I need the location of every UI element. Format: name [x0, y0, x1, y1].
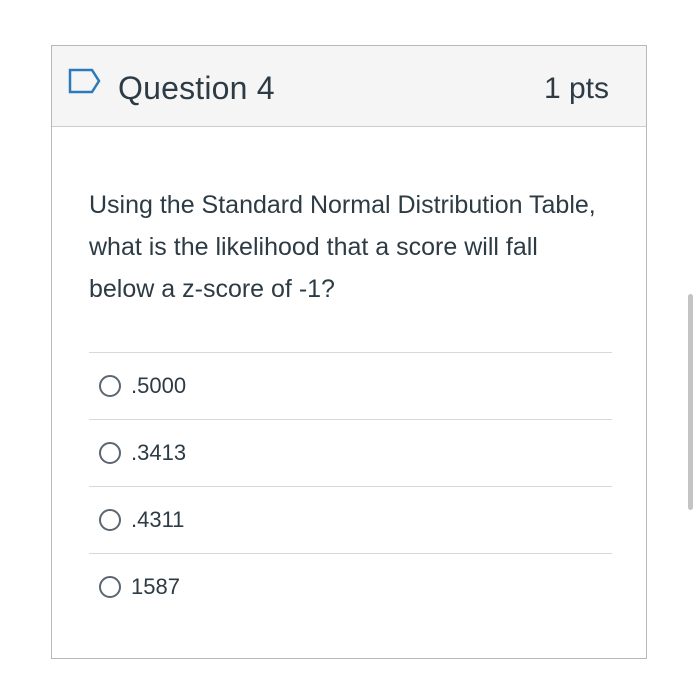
- answer-option[interactable]: .4311: [89, 486, 612, 553]
- quiz-page: Question 4 1 pts Using the Standard Norm…: [0, 0, 700, 694]
- answer-option[interactable]: .5000: [89, 352, 612, 419]
- answer-label: .4311: [131, 507, 185, 532]
- question-header: Question 4 1 pts: [52, 46, 646, 127]
- radio-button-icon[interactable]: [99, 509, 121, 531]
- question-text: Using the Standard Normal Distribution T…: [89, 191, 596, 303]
- answer-option[interactable]: .3413: [89, 419, 612, 486]
- question-card: Question 4 1 pts Using the Standard Norm…: [51, 45, 647, 659]
- radio-button-icon[interactable]: [99, 375, 121, 397]
- answer-list: .5000 .3413 .4311 1587: [89, 352, 612, 620]
- answer-label: .5000: [131, 373, 187, 398]
- radio-button-icon[interactable]: [99, 576, 121, 598]
- answer-label: .3413: [131, 440, 187, 465]
- vertical-scrollbar[interactable]: [688, 294, 693, 510]
- radio-button-icon[interactable]: [99, 442, 121, 464]
- answer-label: 1587: [131, 574, 180, 599]
- bookmark-flag-icon[interactable]: [68, 68, 102, 94]
- question-points: 1 pts: [543, 72, 609, 105]
- answer-option[interactable]: 1587: [89, 553, 612, 620]
- question-title: Question 4: [118, 70, 275, 106]
